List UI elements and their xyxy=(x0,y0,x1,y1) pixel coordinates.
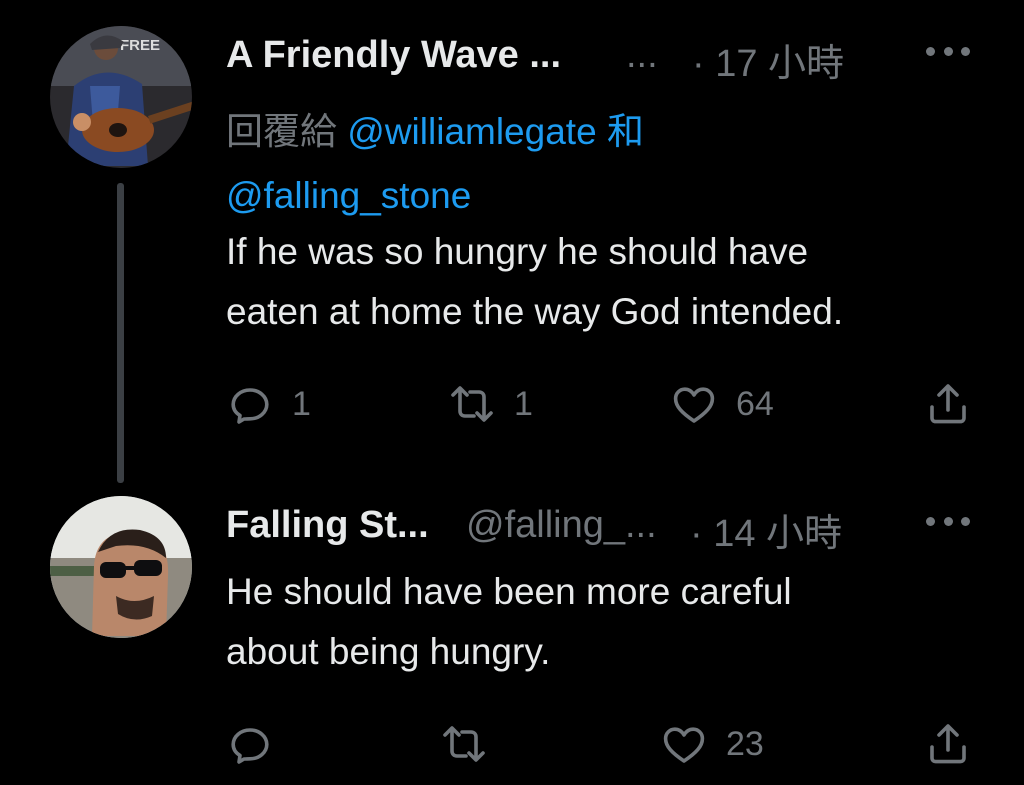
more-icon-dot xyxy=(926,46,935,56)
more-icon-dot xyxy=(961,516,970,526)
thread-line xyxy=(117,183,124,483)
share-icon xyxy=(930,724,966,764)
display-name[interactable]: Falling St... xyxy=(226,504,429,547)
display-name[interactable]: A Friendly Wave ... xyxy=(226,34,561,77)
avatar[interactable] xyxy=(50,496,192,638)
heart-icon xyxy=(663,727,705,763)
tweet-text: If he was so hungry he should have eaten… xyxy=(226,231,844,332)
more-icon-dot xyxy=(961,46,970,56)
sunglasses-man-avatar-icon xyxy=(50,496,192,638)
tweet-header: A Friendly Wave ... ... · 17 小時 xyxy=(226,26,986,86)
tweet-2[interactable]: Falling St... @falling_... · 14 小時 He sh… xyxy=(0,480,1024,785)
retweet-icon xyxy=(443,726,485,762)
timestamp[interactable]: · 17 小時 xyxy=(692,32,844,87)
heart-icon xyxy=(673,387,715,423)
more-icon-dot xyxy=(943,516,953,526)
like-count: 23 xyxy=(726,724,764,763)
more-options-button[interactable] xyxy=(926,506,970,536)
guitar-player-avatar-icon: FREE xyxy=(50,26,192,168)
more-options-button[interactable] xyxy=(926,36,970,66)
timestamp[interactable]: · 14 小時 xyxy=(690,502,842,557)
share-button[interactable] xyxy=(924,714,972,774)
mention-link[interactable]: @williamlegate xyxy=(347,111,596,152)
like-count: 64 xyxy=(736,384,774,423)
reply-button[interactable] xyxy=(226,714,292,774)
svg-text:FREE: FREE xyxy=(120,37,160,54)
reply-joiner: 和 xyxy=(606,111,644,152)
tweet-header: Falling St... @falling_... · 14 小時 xyxy=(226,496,986,556)
reply-prefix: 回覆給 xyxy=(226,111,337,152)
tweet-text: He should have been more careful about b… xyxy=(226,571,792,672)
handle[interactable]: ... xyxy=(626,34,658,77)
like-button[interactable]: 64 xyxy=(670,374,774,434)
like-button[interactable]: 23 xyxy=(660,714,764,774)
share-button[interactable] xyxy=(924,374,972,434)
retweet-button[interactable] xyxy=(440,714,506,774)
retweet-count: 1 xyxy=(514,384,533,423)
tweet-1[interactable]: FREE A Friendly Wave ... ... · 17 小時 回覆給… xyxy=(0,0,1024,483)
avatar[interactable]: FREE xyxy=(50,26,192,168)
tweet-actions: 1 1 64 xyxy=(226,374,986,434)
reply-icon xyxy=(231,728,269,764)
retweet-icon xyxy=(451,386,493,422)
tweet-actions: 23 xyxy=(226,714,986,774)
mention-link[interactable]: @falling_stone xyxy=(226,175,471,216)
more-icon-dot xyxy=(926,516,935,526)
reply-count: 1 xyxy=(292,384,311,423)
reply-context: 回覆給 @williamlegate 和 @falling_stone xyxy=(226,100,986,228)
reply-button[interactable]: 1 xyxy=(226,374,311,434)
handle[interactable]: @falling_... xyxy=(466,504,657,547)
retweet-button[interactable]: 1 xyxy=(448,374,533,434)
more-icon-dot xyxy=(943,46,953,56)
share-icon xyxy=(930,384,966,424)
reply-icon xyxy=(231,388,269,424)
